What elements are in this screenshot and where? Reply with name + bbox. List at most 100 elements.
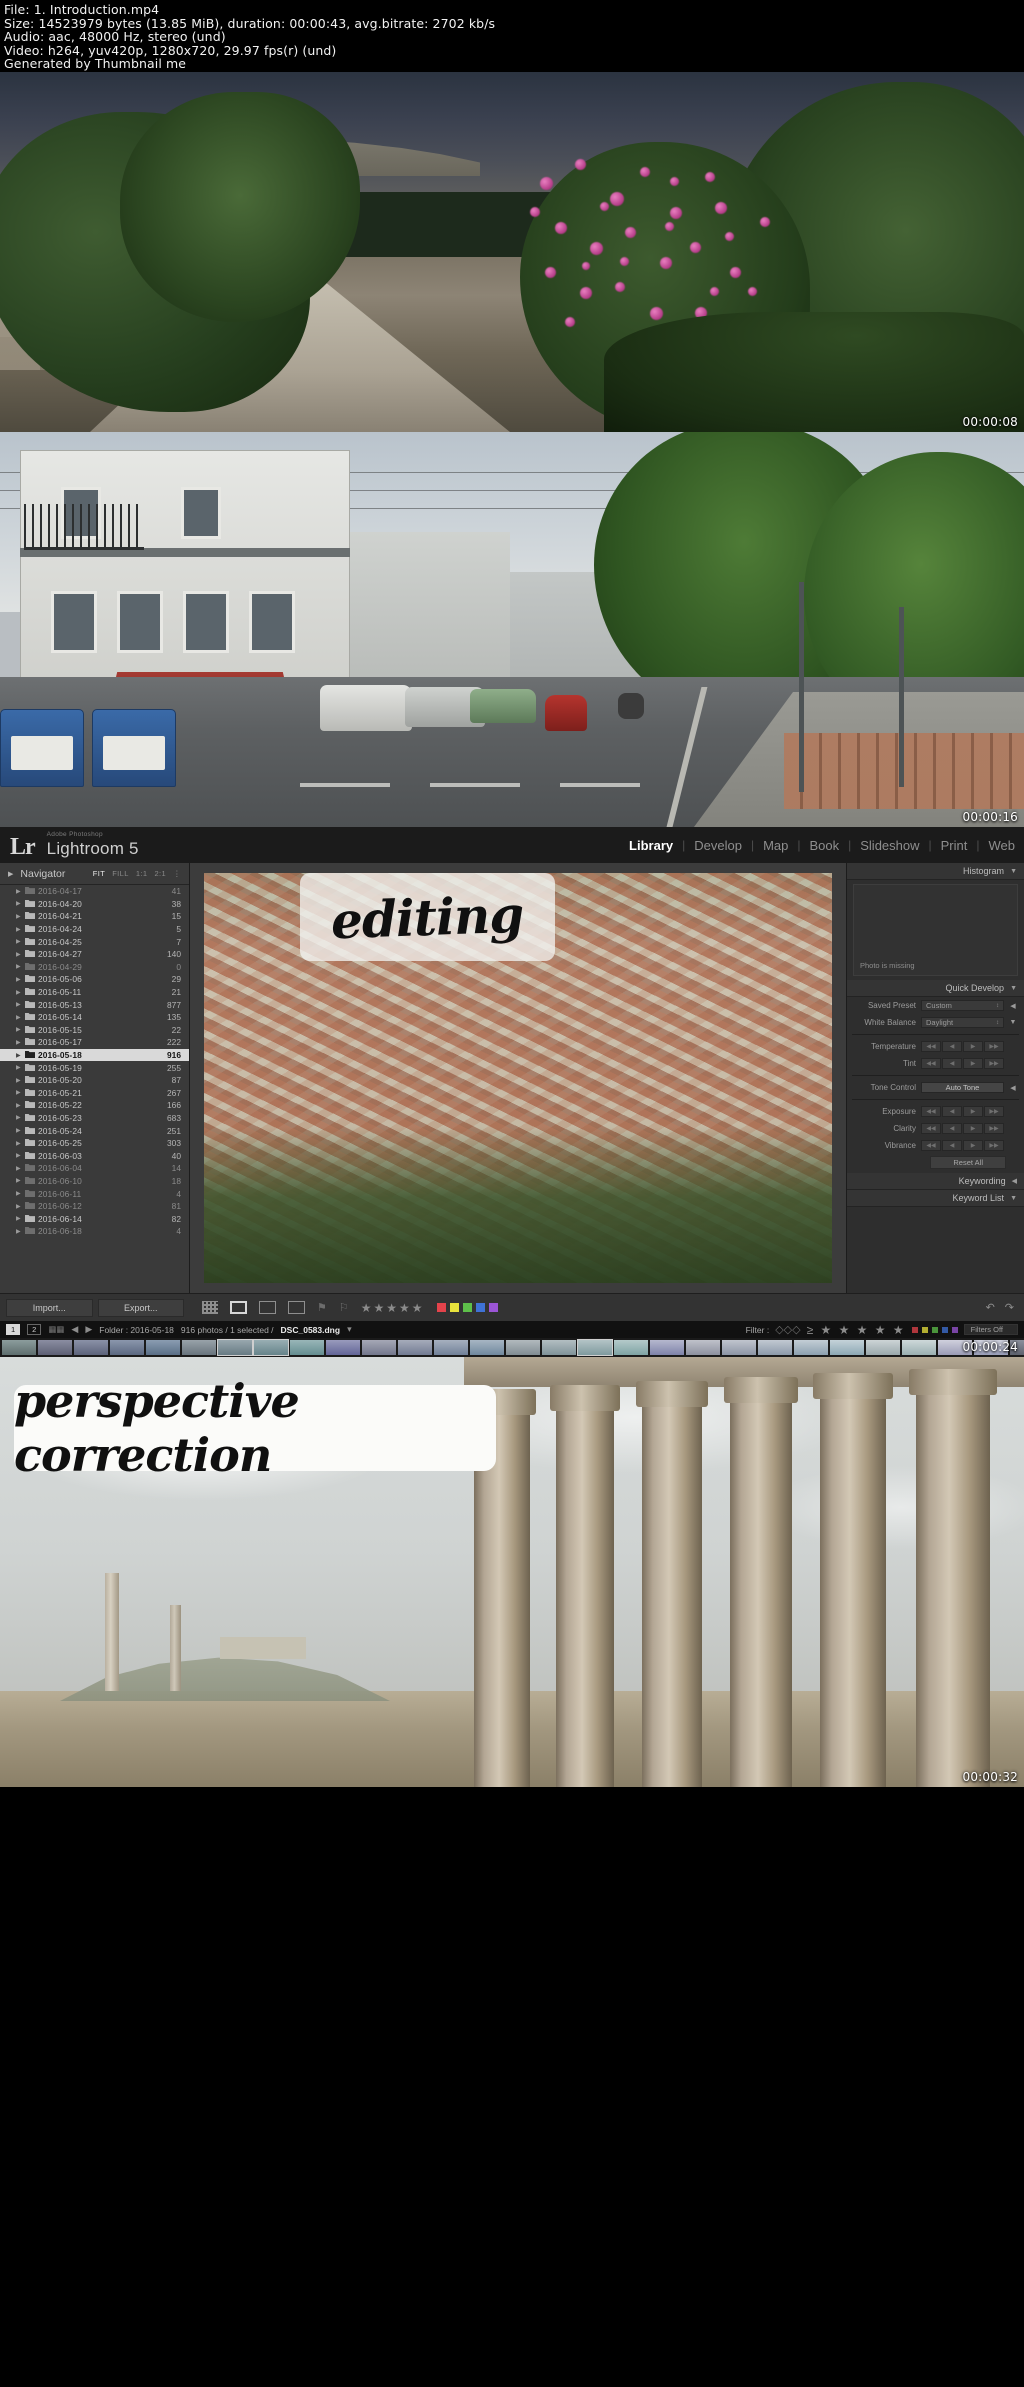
- filmstrip-thumbnail[interactable]: [722, 1340, 756, 1355]
- panel-arrow-icon[interactable]: ▼: [1009, 1019, 1017, 1026]
- disclosure-triangle-icon[interactable]: ▶: [16, 1001, 25, 1008]
- auto-tone-button[interactable]: Auto Tone: [921, 1082, 1004, 1093]
- disclosure-triangle-icon[interactable]: ▶: [16, 900, 25, 907]
- filter-flag-icons[interactable]: ◇◇◇: [775, 1323, 800, 1336]
- disclosure-triangle-icon[interactable]: ▶: [16, 989, 25, 996]
- stepper-button[interactable]: ◀: [942, 1106, 962, 1117]
- filmstrip-thumbnail[interactable]: [326, 1340, 360, 1355]
- disclosure-triangle-icon[interactable]: ▶: [16, 1064, 25, 1071]
- forward-arrow-icon[interactable]: ▶: [85, 1324, 92, 1335]
- histogram-header[interactable]: Histogram ▼: [847, 863, 1024, 880]
- module-map[interactable]: Map: [754, 838, 797, 853]
- folder-row[interactable]: ▶ 2016-05-18 916: [0, 1048, 189, 1062]
- folder-row[interactable]: ▶ 2016-04-20 38: [0, 898, 189, 911]
- filmstrip-thumbnail[interactable]: [506, 1340, 540, 1355]
- star-rating[interactable]: ★★★★★: [361, 1301, 425, 1315]
- folder-row[interactable]: ▶ 2016-05-13 877: [0, 998, 189, 1011]
- zoom-fit[interactable]: FIT: [93, 869, 105, 878]
- loupe-view-icon[interactable]: [230, 1301, 247, 1314]
- stepper-button[interactable]: ▶: [963, 1123, 983, 1134]
- quick-develop-controls[interactable]: Saved Preset Custom ↕ ◀ White Balance Dayligh…: [847, 997, 1024, 1154]
- filmstrip-thumbnail[interactable]: [38, 1340, 72, 1355]
- color-label-swatch[interactable]: [436, 1303, 446, 1312]
- disclosure-triangle-icon[interactable]: ▶: [16, 1089, 25, 1096]
- filmstrip-thumbnail[interactable]: [830, 1340, 864, 1355]
- chevron-left-icon[interactable]: ◀: [1012, 1177, 1017, 1185]
- disclosure-triangle-icon[interactable]: ▶: [16, 1127, 25, 1134]
- stepper-button[interactable]: ◀◀: [921, 1106, 941, 1117]
- color-label-swatch[interactable]: [951, 1326, 958, 1333]
- stepper-button[interactable]: ▶: [963, 1041, 983, 1052]
- stepper-button[interactable]: ▶▶: [984, 1123, 1004, 1134]
- filmstrip-thumbnail[interactable]: [542, 1340, 576, 1355]
- zoom-1-1[interactable]: 1:1: [136, 869, 148, 878]
- folder-row[interactable]: ▶ 2016-04-17 41: [0, 885, 189, 898]
- folder-row[interactable]: ▶ 2016-04-29 0: [0, 961, 189, 974]
- filmstrip-thumbnail[interactable]: [362, 1340, 396, 1355]
- survey-view-icon[interactable]: [288, 1301, 305, 1314]
- filters-off-dropdown[interactable]: Filters Off: [963, 1324, 1018, 1335]
- disclosure-triangle-icon[interactable]: ▶: [16, 1102, 25, 1109]
- filmstrip-thumbnail[interactable]: [470, 1340, 504, 1355]
- color-label-swatch[interactable]: [488, 1303, 498, 1312]
- folder-row[interactable]: ▶ 2016-04-21 15: [0, 910, 189, 923]
- filmstrip[interactable]: [0, 1338, 1024, 1357]
- filmstrip-thumbnail[interactable]: [434, 1340, 468, 1355]
- screen-1-button[interactable]: 1: [6, 1324, 21, 1335]
- reset-all-row[interactable]: Reset All: [847, 1154, 1024, 1173]
- rotate-left-icon[interactable]: ↶: [986, 1301, 995, 1314]
- navigator-header[interactable]: ▶ Navigator FIT FILL 1:1 2:1 ⋮: [0, 863, 189, 885]
- zoom-2-1[interactable]: 2:1: [154, 869, 166, 878]
- filmstrip-thumbnail[interactable]: [217, 1339, 253, 1356]
- stepper-button[interactable]: ▶▶: [984, 1106, 1004, 1117]
- folder-row[interactable]: ▶ 2016-06-04 14: [0, 1162, 189, 1175]
- folders-list[interactable]: ▶ 2016-04-17 41 ▶ 2016-04-20 38 ▶ 2016-04-21 15 ▶…: [0, 885, 189, 1293]
- disclosure-triangle-icon[interactable]: ▶: [16, 926, 25, 933]
- folder-row[interactable]: ▶ 2016-05-19 255: [0, 1061, 189, 1074]
- disclosure-triangle-icon[interactable]: ▶: [8, 870, 13, 878]
- folder-row[interactable]: ▶ 2016-05-14 135: [0, 1011, 189, 1024]
- folder-row[interactable]: ▶ 2016-05-06 29: [0, 973, 189, 986]
- folder-row[interactable]: ▶ 2016-05-17 222: [0, 1036, 189, 1049]
- filmstrip-thumbnail[interactable]: [290, 1340, 324, 1355]
- module-library[interactable]: Library: [620, 838, 682, 853]
- folder-row[interactable]: ▶ 2016-05-15 22: [0, 1024, 189, 1037]
- module-slideshow[interactable]: Slideshow: [851, 838, 928, 853]
- color-label-swatch[interactable]: [921, 1326, 928, 1333]
- color-label-swatches[interactable]: [436, 1303, 498, 1312]
- panel-arrow-icon[interactable]: ◀: [1009, 1084, 1017, 1092]
- disclosure-triangle-icon[interactable]: ▶: [16, 1215, 25, 1222]
- filmstrip-thumbnail[interactable]: [74, 1340, 108, 1355]
- chevron-down-icon[interactable]: ▼: [1010, 1195, 1017, 1202]
- disclosure-triangle-icon[interactable]: ▶: [16, 1140, 25, 1147]
- folder-row[interactable]: ▶ 2016-06-11 4: [0, 1187, 189, 1200]
- stepper-control[interactable]: ◀◀ ◀ ▶ ▶▶: [921, 1041, 1004, 1052]
- back-arrow-icon[interactable]: ◀: [71, 1324, 78, 1335]
- filmstrip-thumbnail[interactable]: [902, 1340, 936, 1355]
- filmstrip-thumbnail[interactable]: [146, 1340, 180, 1355]
- filmstrip-thumbnail[interactable]: [614, 1340, 648, 1355]
- stepper-button[interactable]: ▶▶: [984, 1140, 1004, 1151]
- stepper-button[interactable]: ▶▶: [984, 1058, 1004, 1069]
- module-develop[interactable]: Develop: [685, 838, 751, 853]
- export-button[interactable]: Export...: [97, 1298, 184, 1317]
- filmstrip-thumbnail[interactable]: [182, 1340, 216, 1355]
- folder-row[interactable]: ▶ 2016-05-21 267: [0, 1087, 189, 1100]
- reset-all-button[interactable]: Reset All: [930, 1156, 1006, 1169]
- panel-arrow-icon[interactable]: ◀: [1009, 1002, 1017, 1010]
- disclosure-triangle-icon[interactable]: ▶: [16, 1114, 25, 1121]
- filmstrip-thumbnail[interactable]: [758, 1340, 792, 1355]
- disclosure-triangle-icon[interactable]: ▶: [16, 1152, 25, 1159]
- filmstrip-thumbnail[interactable]: [866, 1340, 900, 1355]
- import-button[interactable]: Import...: [6, 1298, 93, 1317]
- disclosure-triangle-icon[interactable]: ▶: [16, 1190, 25, 1197]
- stepper-button[interactable]: ▶: [963, 1140, 983, 1151]
- disclosure-triangle-icon[interactable]: ▶: [16, 1177, 25, 1184]
- folder-row[interactable]: ▶ 2016-04-27 140: [0, 948, 189, 961]
- stepper-control[interactable]: ◀◀ ◀ ▶ ▶▶: [921, 1123, 1004, 1134]
- zoom-stepper-icon[interactable]: ⋮: [173, 869, 181, 878]
- folder-row[interactable]: ▶ 2016-05-24 251: [0, 1124, 189, 1137]
- disclosure-triangle-icon[interactable]: ▶: [16, 1052, 25, 1059]
- compare-view-icon[interactable]: [259, 1301, 276, 1314]
- stepper-button[interactable]: ◀: [942, 1041, 962, 1052]
